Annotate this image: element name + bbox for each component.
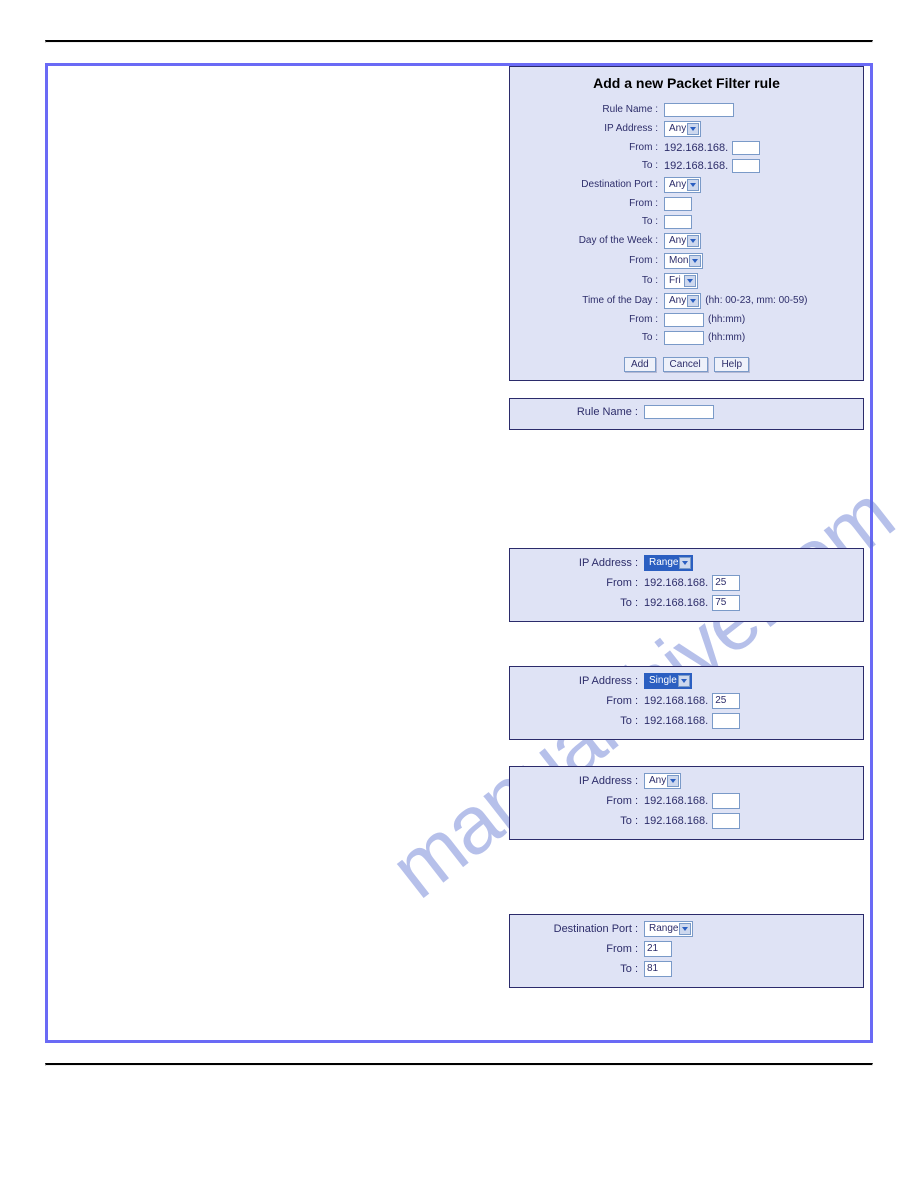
dest-port-value: Any bbox=[669, 178, 686, 192]
ip-label: IP Address : bbox=[518, 674, 644, 688]
ip-prefix: 192.168.168. bbox=[644, 794, 708, 808]
tod-from-label: From : bbox=[518, 313, 664, 327]
to-label: To : bbox=[518, 814, 644, 828]
dest-port-select[interactable]: Any bbox=[664, 177, 701, 193]
chevron-down-icon bbox=[679, 923, 691, 935]
ip-from-prefix: 192.168.168. bbox=[664, 141, 728, 155]
hhmm-hint: (hh:mm) bbox=[708, 313, 745, 327]
ip-address-label: IP Address : bbox=[518, 122, 664, 136]
rule-name-label: Rule Name : bbox=[518, 103, 664, 117]
port-from-label: From : bbox=[518, 197, 664, 211]
cancel-button[interactable]: Cancel bbox=[663, 357, 708, 372]
ip-prefix: 192.168.168. bbox=[644, 596, 708, 610]
from-label: From : bbox=[518, 942, 644, 956]
dest-port-label: Destination Port : bbox=[518, 178, 664, 192]
tod-to-input[interactable] bbox=[664, 331, 704, 345]
chevron-down-icon bbox=[687, 123, 699, 135]
tod-hint: (hh: 00-23, mm: 00-59) bbox=[705, 294, 807, 308]
help-button[interactable]: Help bbox=[714, 357, 749, 372]
dest-port-mode-select[interactable]: Range bbox=[644, 921, 693, 937]
ip-label: IP Address : bbox=[518, 774, 644, 788]
ip-to-input[interactable] bbox=[712, 713, 740, 729]
tod-from-input[interactable] bbox=[664, 313, 704, 327]
chevron-down-icon bbox=[667, 775, 679, 787]
port-from-input[interactable] bbox=[664, 197, 692, 211]
dest-port-mode-value: Range bbox=[649, 922, 678, 936]
ip-from-input[interactable]: 25 bbox=[712, 575, 740, 591]
ip-mode-value: Single bbox=[649, 674, 677, 688]
to-label: To : bbox=[518, 962, 644, 976]
dow-to-select[interactable]: Fri bbox=[664, 273, 698, 289]
from-label: From : bbox=[518, 694, 644, 708]
dest-port-snippet: Destination Port : Range From : 21 To : … bbox=[509, 914, 864, 988]
ip-to-prefix: 192.168.168. bbox=[664, 159, 728, 173]
ip-from-input[interactable]: 25 bbox=[712, 693, 740, 709]
add-button[interactable]: Add bbox=[624, 357, 656, 372]
dow-label: Day of the Week : bbox=[518, 234, 664, 248]
add-packet-filter-panel: Add a new Packet Filter rule Rule Name :… bbox=[509, 66, 864, 381]
port-to-label: To : bbox=[518, 215, 664, 229]
ip-address-select[interactable]: Any bbox=[664, 121, 701, 137]
rule-name-snippet: Rule Name : bbox=[509, 398, 864, 430]
button-row: Add Cancel Help bbox=[518, 347, 855, 372]
dow-to-label: To : bbox=[518, 274, 664, 288]
dest-port-label: Destination Port : bbox=[518, 922, 644, 936]
ip-single-snippet: IP Address : Single From : 192.168.168. 2… bbox=[509, 666, 864, 740]
ip-mode-select[interactable]: Single bbox=[644, 673, 692, 689]
dow-from-value: Mon bbox=[669, 254, 688, 268]
tod-select[interactable]: Any bbox=[664, 293, 701, 309]
from-label: From : bbox=[518, 576, 644, 590]
ip-range-snippet: IP Address : Range From : 192.168.168. 25… bbox=[509, 548, 864, 622]
dow-value: Any bbox=[669, 234, 686, 248]
ip-prefix: 192.168.168. bbox=[644, 694, 708, 708]
dow-from-select[interactable]: Mon bbox=[664, 253, 703, 269]
chevron-down-icon bbox=[679, 557, 691, 569]
dow-to-value: Fri bbox=[669, 274, 681, 288]
tod-value: Any bbox=[669, 294, 686, 308]
hhmm-hint: (hh:mm) bbox=[708, 331, 745, 345]
ip-from-label: From : bbox=[518, 141, 664, 155]
ip-to-input[interactable]: 75 bbox=[712, 595, 740, 611]
chevron-down-icon bbox=[687, 295, 699, 307]
chevron-down-icon bbox=[684, 275, 696, 287]
ip-mode-select[interactable]: Any bbox=[644, 773, 681, 789]
ip-mode-value: Any bbox=[649, 774, 666, 788]
dow-from-label: From : bbox=[518, 254, 664, 268]
ip-to-input[interactable] bbox=[732, 159, 760, 173]
port-to-input[interactable] bbox=[664, 215, 692, 229]
chevron-down-icon bbox=[687, 179, 699, 191]
tod-label: Time of the Day : bbox=[518, 294, 664, 308]
rule-name-label: Rule Name : bbox=[518, 405, 644, 419]
bottom-divider bbox=[45, 1063, 873, 1066]
ip-prefix: 192.168.168. bbox=[644, 576, 708, 590]
panel-title: Add a new Packet Filter rule bbox=[518, 71, 855, 101]
chevron-down-icon bbox=[689, 255, 701, 267]
ip-label: IP Address : bbox=[518, 556, 644, 570]
ip-prefix: 192.168.168. bbox=[644, 814, 708, 828]
ip-address-value: Any bbox=[669, 122, 686, 136]
ip-to-input[interactable] bbox=[712, 813, 740, 829]
ip-mode-value: Range bbox=[649, 556, 678, 570]
content-frame: manualshive.com Add a new Packet Filter … bbox=[45, 63, 873, 1043]
port-from-input[interactable]: 21 bbox=[644, 941, 672, 957]
rule-name-input[interactable] bbox=[664, 103, 734, 117]
ip-from-input[interactable] bbox=[712, 793, 740, 809]
rule-name-input[interactable] bbox=[644, 405, 714, 419]
to-label: To : bbox=[518, 596, 644, 610]
to-label: To : bbox=[518, 714, 644, 728]
ip-prefix: 192.168.168. bbox=[644, 714, 708, 728]
top-divider bbox=[45, 40, 873, 43]
from-label: From : bbox=[518, 794, 644, 808]
chevron-down-icon bbox=[687, 235, 699, 247]
chevron-down-icon bbox=[678, 675, 690, 687]
ip-mode-select[interactable]: Range bbox=[644, 555, 693, 571]
ip-to-label: To : bbox=[518, 159, 664, 173]
dow-select[interactable]: Any bbox=[664, 233, 701, 249]
port-to-input[interactable]: 81 bbox=[644, 961, 672, 977]
ip-any-snippet: IP Address : Any From : 192.168.168. To … bbox=[509, 766, 864, 840]
tod-to-label: To : bbox=[518, 331, 664, 345]
ip-from-input[interactable] bbox=[732, 141, 760, 155]
